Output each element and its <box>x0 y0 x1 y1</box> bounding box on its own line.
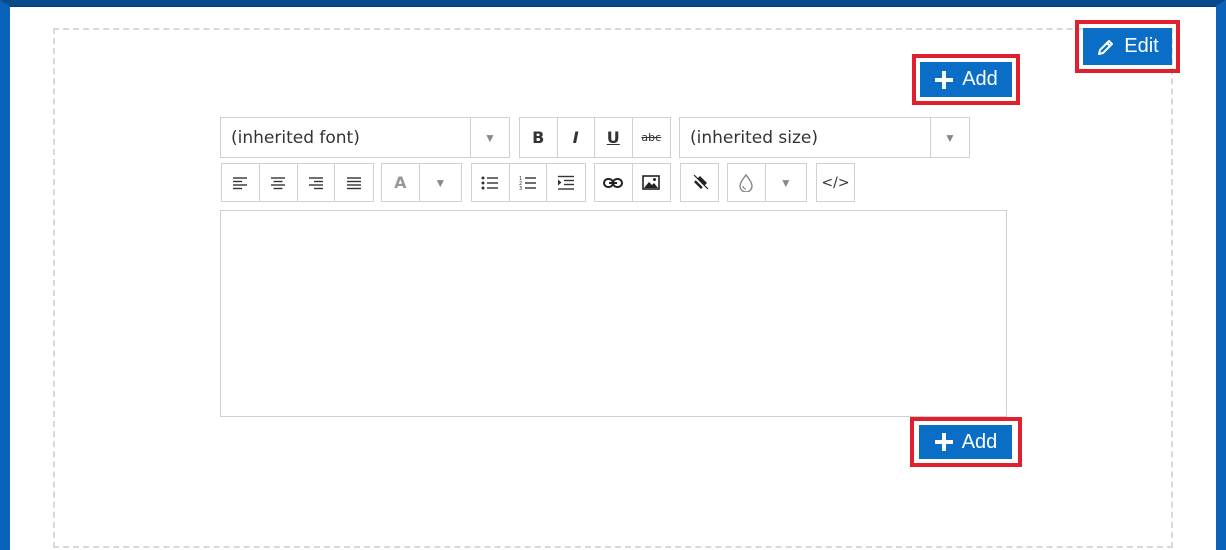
align-left-icon[interactable] <box>222 164 260 201</box>
font-family-dropdown[interactable]: (inherited font) ▼ <box>220 117 510 158</box>
chevron-down-icon: ▼ <box>434 175 447 190</box>
eraser-icon[interactable] <box>681 164 718 201</box>
image-icon[interactable] <box>633 164 671 201</box>
rich-text-editor[interactable] <box>220 210 1007 417</box>
align-center-icon[interactable] <box>260 164 298 201</box>
alignment-group <box>221 163 374 202</box>
underline-label: U <box>606 128 620 147</box>
chevron-down-icon: ▼ <box>779 175 792 190</box>
bold-button[interactable]: B <box>520 118 558 157</box>
underline-button[interactable]: U <box>595 118 633 157</box>
edit-button-label: Edit <box>1124 35 1159 57</box>
code-icon[interactable]: </> <box>817 164 854 201</box>
pencil-icon <box>1096 37 1116 57</box>
edit-button[interactable]: Edit <box>1083 28 1172 65</box>
italic-label: I <box>572 128 579 147</box>
add-button-label: Add <box>961 430 998 453</box>
code-glyph: </> <box>821 174 850 191</box>
insert-group <box>594 163 671 202</box>
clear-format-group <box>680 163 719 202</box>
add-button-bottom[interactable]: Add <box>919 425 1012 459</box>
font-family-value: (inherited font) <box>221 118 471 157</box>
svg-text:3: 3 <box>519 186 522 191</box>
align-right-icon[interactable] <box>298 164 336 201</box>
add-button-top[interactable]: Add <box>920 62 1012 97</box>
source-code-group: </> <box>816 163 855 202</box>
chevron-down-icon: ▼ <box>944 130 956 145</box>
italic-button[interactable]: I <box>558 118 595 157</box>
plus-icon <box>934 70 954 90</box>
plus-icon <box>934 432 954 452</box>
background-color-dropdown[interactable]: ▼ <box>727 163 807 202</box>
add-button-label: Add <box>962 68 998 90</box>
list-group: 123 <box>471 163 586 202</box>
droplet-icon <box>728 164 766 201</box>
strikethrough-label: abc <box>641 131 662 144</box>
text-color-glyph: A <box>394 173 407 192</box>
chevron-down-icon: ▼ <box>484 130 496 145</box>
numbered-list-icon[interactable]: 123 <box>510 164 548 201</box>
indent-icon[interactable] <box>547 164 585 201</box>
text-color-icon: A <box>382 164 420 201</box>
strikethrough-button[interactable]: abc <box>633 118 670 157</box>
bullet-list-icon[interactable] <box>472 164 510 201</box>
link-icon[interactable] <box>595 164 633 201</box>
font-size-dropdown[interactable]: (inherited size) ▼ <box>679 117 970 158</box>
align-justify-icon[interactable] <box>335 164 373 201</box>
bold-label: B <box>532 128 545 147</box>
font-size-value: (inherited size) <box>680 118 931 157</box>
text-style-group: B I U abc <box>519 117 671 158</box>
text-color-dropdown[interactable]: A ▼ <box>381 163 462 202</box>
